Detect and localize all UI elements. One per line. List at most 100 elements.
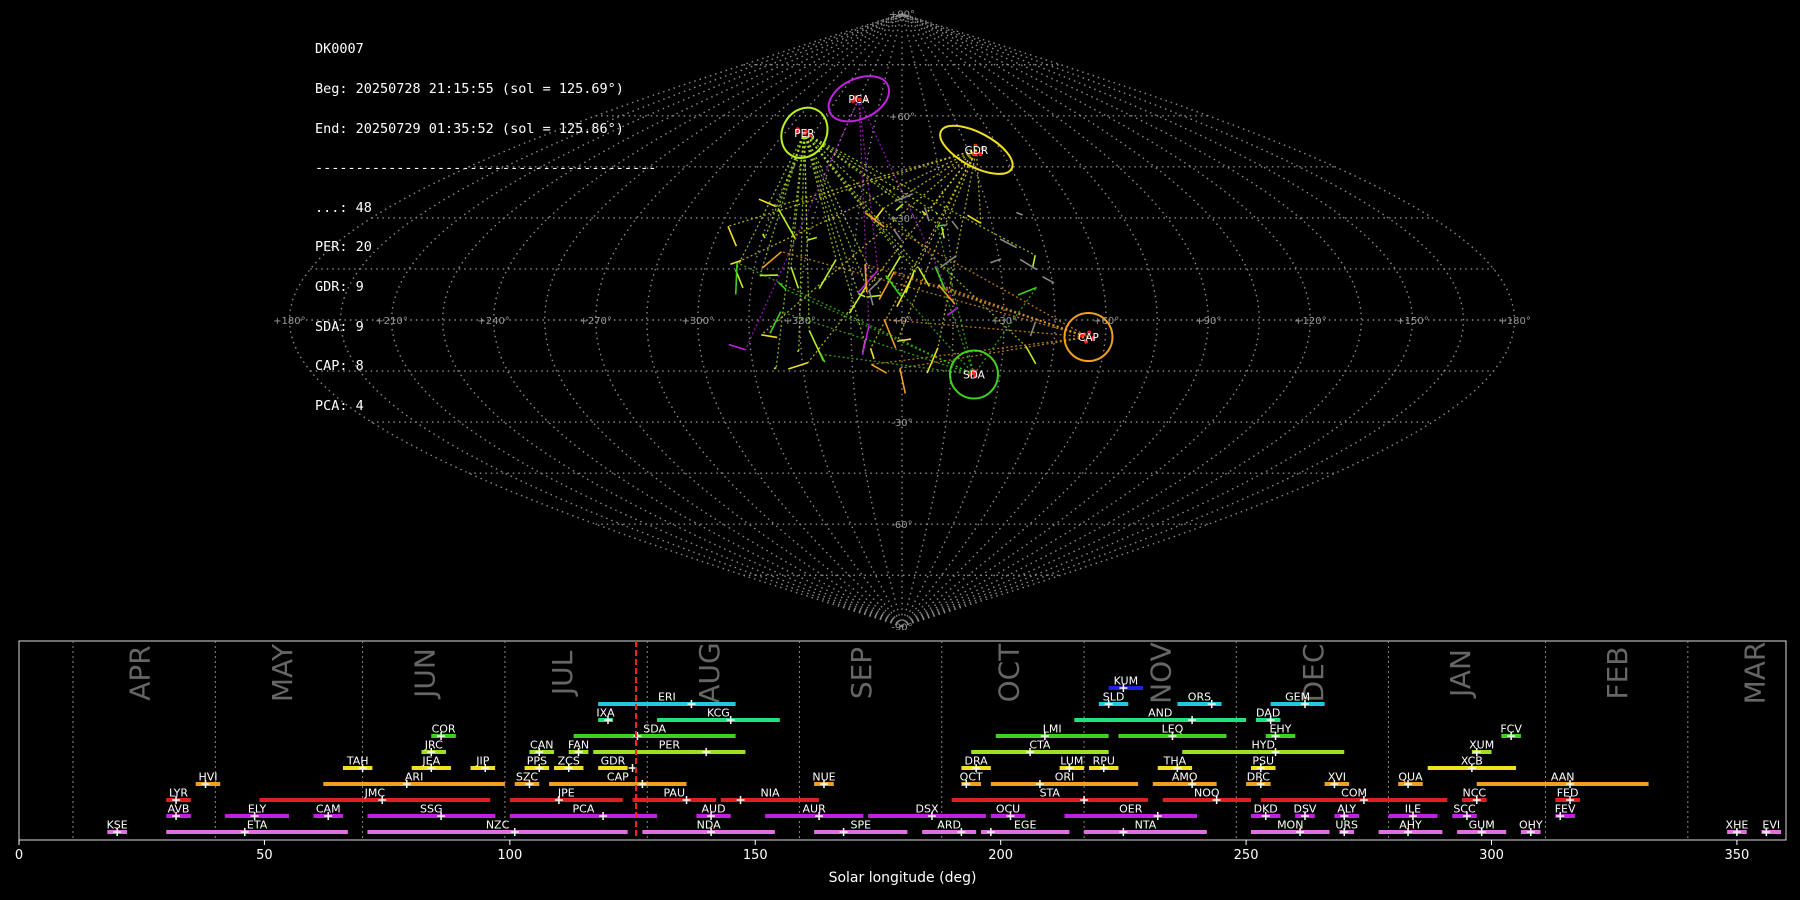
- x-tick-label: 300: [1479, 848, 1504, 863]
- shower-label: OCT: [960, 771, 983, 784]
- month-label: MAR: [1739, 642, 1772, 705]
- shower-label: COR: [432, 723, 456, 736]
- shower-label: DKD: [1254, 803, 1278, 816]
- shower-label: PAU: [664, 787, 686, 800]
- shower-label: XHE: [1726, 819, 1749, 832]
- month-label: NOV: [1145, 642, 1178, 704]
- x-axis-label: Solar longitude (deg): [829, 870, 977, 886]
- shower-label: ALY: [1337, 803, 1356, 816]
- shower-label: PPS: [527, 755, 547, 768]
- x-axis: 0 50 100 150 200 250 300 350 Solar longitude (de…: [15, 840, 1749, 886]
- shower-label: XUM: [1469, 739, 1494, 752]
- shower-label: KUM: [1114, 675, 1138, 688]
- shower-label: ELY: [248, 803, 267, 816]
- shower-label: ORS: [1188, 691, 1211, 704]
- shower-label: SPE: [850, 819, 871, 832]
- x-tick-label: 0: [15, 848, 23, 863]
- shower-label: CAN: [530, 739, 553, 752]
- month-label: SEP: [845, 647, 878, 699]
- shower-label: XVI: [1328, 771, 1346, 784]
- shower-label: DAD: [1256, 707, 1280, 720]
- shower-timeline-chart: APR MAY JUN JUL AUG SEP OCT NOV DEC JAN FEB MARKUME…: [15, 640, 1787, 886]
- shower-label: COM: [1341, 787, 1367, 800]
- shower-label: EGE: [1014, 819, 1036, 832]
- shower-label: TAH: [346, 755, 369, 768]
- shower-label: NCC: [1463, 787, 1487, 800]
- month-label: JUL: [546, 650, 579, 697]
- shower-label: SSG: [420, 803, 443, 816]
- shower-label: GEM: [1285, 691, 1310, 704]
- shower-label: PSU: [1252, 755, 1274, 768]
- shower-label: EVI: [1762, 819, 1780, 832]
- shower-label: ORI: [1055, 771, 1075, 784]
- shower-label: OHY: [1519, 819, 1543, 832]
- month-label: JAN: [1444, 649, 1477, 699]
- shower-label: URS: [1335, 819, 1358, 832]
- shower-label: NZC: [486, 819, 510, 832]
- shower-label: AND: [1148, 707, 1172, 720]
- x-tick-label: 200: [988, 848, 1013, 863]
- shower-label: FEV: [1555, 803, 1576, 816]
- shower-label: DSX: [916, 803, 939, 816]
- x-tick-label: 150: [743, 848, 768, 863]
- shower-label: AVB: [168, 803, 190, 816]
- shower-label: LMI: [1043, 723, 1062, 736]
- shower-label: AUR: [803, 803, 827, 816]
- shower-label: FED: [1557, 787, 1579, 800]
- shower-label: NUE: [812, 771, 835, 784]
- shower-label: DRA: [965, 755, 989, 768]
- shower-label: AAN: [1551, 771, 1575, 784]
- shower-label: CAP: [607, 771, 629, 784]
- month-label: OCT: [992, 643, 1025, 703]
- x-tick-label: 50: [256, 848, 273, 863]
- month-label: JUN: [408, 648, 441, 700]
- shower-label: NTA: [1135, 819, 1157, 832]
- shower-label: KCG: [707, 707, 730, 720]
- shower-label: ERI: [658, 691, 676, 704]
- shower-label: XCB: [1461, 755, 1483, 768]
- shower-label: ILE: [1405, 803, 1421, 816]
- shower-label: FCV: [1500, 723, 1522, 736]
- shower-label: JIP: [475, 755, 489, 768]
- month-label: APR: [124, 645, 157, 701]
- shower-label: OER: [1119, 803, 1143, 816]
- shower-label: JMC: [364, 787, 386, 800]
- shower-label: JEA: [421, 755, 440, 768]
- shower-label: ARD: [937, 819, 961, 832]
- shower-label: IXA: [596, 707, 615, 720]
- x-tick-label: 250: [1234, 848, 1259, 863]
- shower-label: JPE: [557, 787, 575, 800]
- shower-label: GUM: [1469, 819, 1495, 832]
- shower-label: JRC: [424, 739, 443, 752]
- shower-label: PCA: [573, 803, 595, 816]
- shower-label: EHY: [1269, 723, 1291, 736]
- shower-label: NDA: [697, 819, 722, 832]
- month-label: FEB: [1601, 646, 1634, 699]
- shower-label: PER: [659, 739, 681, 752]
- shower-label: KSE: [107, 819, 128, 832]
- shower-label: ETA: [247, 819, 268, 832]
- month-label: MAY: [266, 643, 299, 702]
- shower-label: CTA: [1029, 739, 1051, 752]
- x-tick-label: 100: [497, 848, 522, 863]
- shower-label: SZC: [516, 771, 539, 784]
- shower-label: DSV: [1293, 803, 1316, 816]
- x-tick-label: 350: [1725, 848, 1750, 863]
- shower-label: THA: [1163, 755, 1187, 768]
- shower-label: SCC: [1453, 803, 1476, 816]
- shower-label: STA: [1040, 787, 1061, 800]
- shower-label: OCU: [996, 803, 1020, 816]
- shower-label: ZCS: [558, 755, 580, 768]
- shower-label: RPU: [1093, 755, 1115, 768]
- shower-label: CAM: [316, 803, 341, 816]
- shower-label: SDA: [643, 723, 666, 736]
- shower-label: LYR: [169, 787, 188, 800]
- shower-label: DRC: [1247, 771, 1271, 784]
- shower-label: GDR: [601, 755, 626, 768]
- shower-label: NOO: [1194, 787, 1220, 800]
- shower-label: NIA: [760, 787, 779, 800]
- shower-label: HVI: [198, 771, 217, 784]
- shower-label: LUM: [1060, 755, 1083, 768]
- shower-label: AUD: [702, 803, 726, 816]
- shower-label: QUA: [1398, 771, 1423, 784]
